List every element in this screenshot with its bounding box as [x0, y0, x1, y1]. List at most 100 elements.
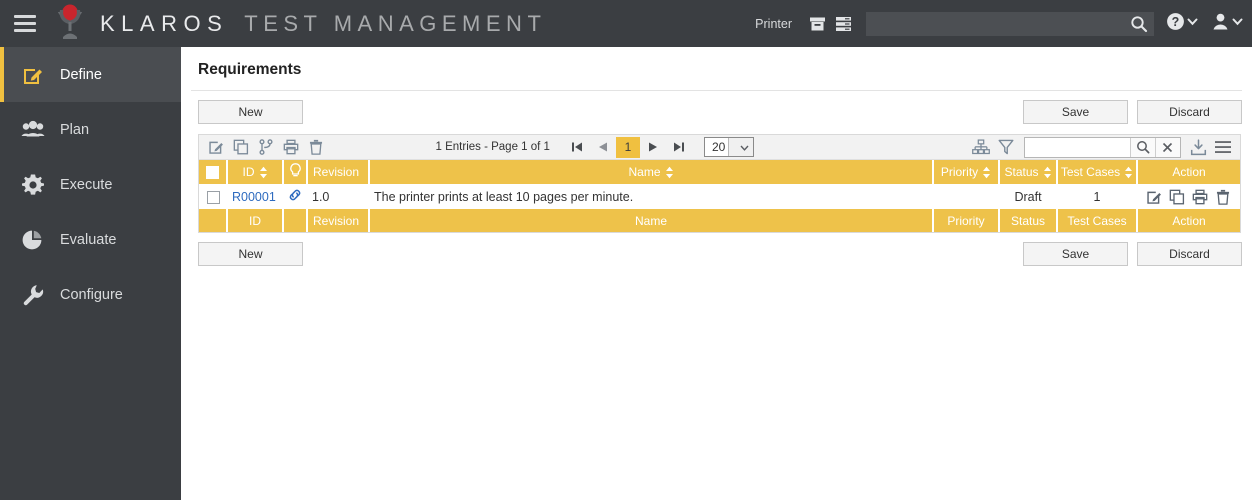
sort-arrows-icon	[1043, 166, 1052, 179]
discard-button-bottom[interactable]: Discard	[1137, 242, 1242, 266]
select-all-checkbox[interactable]	[206, 166, 219, 180]
export-download-icon[interactable]	[1186, 136, 1211, 158]
header-name[interactable]: Name	[369, 160, 934, 184]
hierarchy-icon[interactable]	[969, 136, 994, 158]
row-copy-icon[interactable]	[1169, 189, 1185, 205]
table-toolbar-right	[969, 136, 1236, 158]
sidebar-item-define[interactable]: Define	[0, 47, 181, 102]
hamburger-icon[interactable]	[14, 15, 36, 32]
chevron-down-icon	[728, 138, 753, 156]
global-search-input[interactable]	[866, 12, 1121, 35]
header-test-cases-label: Test Cases	[1060, 165, 1121, 179]
chevron-down-icon	[1231, 15, 1244, 33]
row-action-cell	[1137, 184, 1240, 209]
new-button-bottom[interactable]: New	[198, 242, 303, 266]
sidebar-item-label: Define	[60, 66, 102, 83]
footer-action: Action	[1137, 209, 1240, 232]
app-root: KLAROS TEST MANAGEMENT Printer ? Define …	[0, 0, 1252, 500]
lightbulb-icon	[289, 163, 302, 181]
row-id-cell[interactable]: R00001	[227, 184, 283, 209]
sort-arrows-icon	[259, 166, 268, 179]
delete-icon[interactable]	[303, 136, 328, 158]
help-circle-icon: ?	[1166, 12, 1185, 36]
footer-priority: Priority	[933, 209, 1000, 232]
row-print-icon[interactable]	[1192, 189, 1208, 205]
footer-select-col	[199, 209, 228, 232]
previous-page-icon[interactable]	[590, 136, 616, 158]
archive-box-icon[interactable]	[804, 11, 830, 37]
top-right-controls: Printer ?	[755, 0, 1244, 47]
table-filter-input[interactable]	[1024, 137, 1130, 157]
header-test-cases[interactable]: Test Cases	[1057, 160, 1138, 184]
pagination-entries-text: 1 Entries - Page 1 of 1	[435, 141, 550, 153]
global-search-box[interactable]	[866, 11, 1154, 38]
footer-id: ID	[227, 209, 284, 232]
header-id[interactable]: ID	[227, 160, 284, 184]
server-stack-icon[interactable]	[830, 11, 856, 37]
requirements-table: ID Revision Name Priority Status Test Ca…	[199, 160, 1240, 232]
user-menu-button[interactable]	[1211, 12, 1244, 36]
last-page-icon[interactable]	[666, 136, 692, 158]
close-x-icon[interactable]	[1154, 137, 1180, 157]
sort-arrows-icon	[665, 166, 674, 179]
header-select-all[interactable]	[199, 160, 228, 184]
sidebar-item-label: Execute	[60, 176, 113, 193]
sidebar-item-configure[interactable]: Configure	[0, 267, 181, 322]
sort-arrows-icon	[1124, 166, 1133, 179]
copy-icon[interactable]	[228, 136, 253, 158]
branch-icon[interactable]	[253, 136, 278, 158]
help-menu-button[interactable]: ?	[1166, 12, 1199, 36]
sidebar-item-label: Configure	[60, 286, 123, 303]
sidebar-item-execute[interactable]: Execute	[0, 157, 181, 212]
header-status[interactable]: Status	[999, 160, 1058, 184]
page-number-1[interactable]: 1	[615, 136, 640, 158]
klaros-logo-icon	[48, 4, 92, 44]
table-toolbar: 1 Entries - Page 1 of 1 1 20	[199, 135, 1240, 160]
bottom-button-row: New Save Discard	[181, 233, 1252, 266]
edit-icon[interactable]	[203, 136, 228, 158]
sidebar-item-label: Evaluate	[60, 231, 117, 248]
print-icon[interactable]	[278, 136, 303, 158]
table-filter-search[interactable]	[1023, 136, 1181, 158]
header-lightbulb[interactable]	[283, 160, 308, 184]
table-body: R00001 1.0 The printer prints at least 1…	[199, 184, 1240, 209]
chevron-down-icon	[1186, 15, 1199, 33]
row-delete-icon[interactable]	[1215, 189, 1231, 205]
row-edit-icon[interactable]	[1146, 189, 1162, 205]
table-head: ID Revision Name Priority Status Test Ca…	[199, 160, 1240, 184]
table-header-row: ID Revision Name Priority Status Test Ca…	[199, 160, 1240, 184]
page-size-value: 20	[711, 140, 726, 154]
menu-list-icon[interactable]	[1211, 136, 1236, 158]
search-icon[interactable]	[1130, 15, 1148, 38]
first-page-icon[interactable]	[564, 136, 590, 158]
save-button-bottom[interactable]: Save	[1023, 242, 1128, 266]
header-name-label: Name	[628, 165, 661, 179]
next-page-icon[interactable]	[640, 136, 666, 158]
table-foot: ID Revision Name Priority Status Test Ca…	[199, 209, 1240, 232]
header-revision: Revision	[307, 160, 370, 184]
footer-revision: Revision	[307, 209, 370, 232]
table-row[interactable]: R00001 1.0 The printer prints at least 1…	[199, 184, 1240, 209]
table-footer-header-row: ID Revision Name Priority Status Test Ca…	[199, 209, 1240, 232]
search-icon[interactable]	[1129, 137, 1155, 157]
row-link-cell	[283, 184, 307, 209]
footer-status: Status	[999, 209, 1058, 232]
sidebar-item-plan[interactable]: Plan	[0, 102, 181, 157]
header-id-label: ID	[242, 165, 255, 179]
people-group-icon	[18, 119, 48, 141]
row-name-cell: The printer prints at least 10 pages per…	[369, 184, 933, 209]
pagination-controls: 1 Entries - Page 1 of 1 1 20	[436, 136, 754, 158]
page-title: Requirements	[198, 61, 302, 78]
discard-button-top[interactable]: Discard	[1137, 100, 1242, 124]
requirement-id-link[interactable]: R00001	[232, 190, 276, 204]
link-chain-icon[interactable]	[288, 189, 302, 205]
new-button-top[interactable]: New	[198, 100, 303, 124]
page-size-select[interactable]: 20	[703, 137, 754, 157]
sidebar-item-evaluate[interactable]: Evaluate	[0, 212, 181, 267]
filter-funnel-icon[interactable]	[994, 136, 1019, 158]
header-priority[interactable]: Priority	[933, 160, 1000, 184]
row-checkbox[interactable]	[206, 190, 220, 204]
footer-name: Name	[369, 209, 934, 232]
row-select-cell[interactable]	[199, 184, 227, 209]
save-button-top[interactable]: Save	[1023, 100, 1128, 124]
